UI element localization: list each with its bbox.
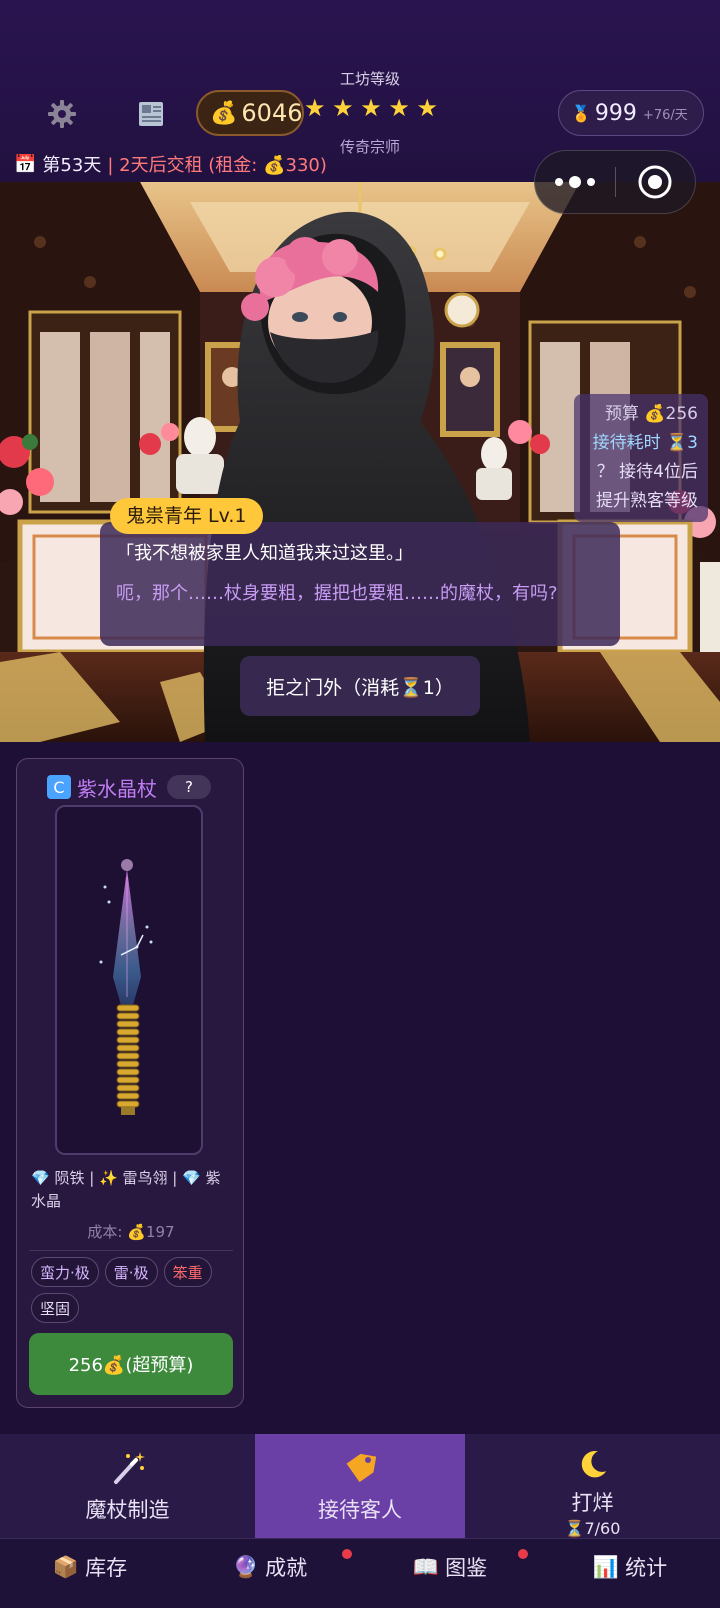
star-icon: ★	[332, 94, 354, 122]
trait-tag: 蛮力·极	[31, 1257, 99, 1287]
level-stars: ★ ★ ★ ★ ★	[304, 94, 438, 124]
coin-value: 6046	[241, 99, 303, 127]
day-counter: 第53天	[42, 155, 102, 176]
wand-card-header: C 紫水晶杖 ?	[47, 773, 211, 801]
trait-tag: 坚固	[31, 1293, 80, 1323]
nav-achievements[interactable]: 🔮 成就	[180, 1539, 360, 1595]
magic-wand-icon	[113, 1452, 145, 1484]
miniprogram-capsule	[534, 150, 696, 214]
service-time-text: 接待耗时 ⏳3	[592, 433, 698, 453]
star-icon: ★	[388, 94, 410, 122]
notification-badge	[342, 1549, 352, 1559]
nav-label: 统计	[625, 1556, 668, 1580]
settings-gear-icon[interactable]	[42, 94, 82, 134]
wand-preview	[55, 805, 203, 1155]
rent-notice: | 2天后交租 (租金: 💰330)	[107, 155, 327, 176]
star-icon: ★	[304, 94, 326, 122]
money-bag-icon: 💰	[210, 100, 238, 126]
medal-icon: 🏅	[571, 103, 591, 123]
customer-request: 呃，那个……杖身要粗，握把也要粗……的魔杖，有吗?	[116, 583, 558, 604]
tab-close-shop[interactable]: 打烊 ⏳7/60	[465, 1434, 720, 1538]
nav-encyclopedia[interactable]: 📖 图鉴	[360, 1539, 540, 1595]
price-tag-icon	[346, 1453, 377, 1483]
trait-tag: 笨重	[163, 1257, 212, 1287]
shop-scene: 预算 💰256 接待耗时 ⏳3 ？ 接待4位后 提升熟客等级 鬼祟青年 Lv.1…	[0, 182, 720, 742]
tab-receive-customers[interactable]: 接待客人	[255, 1434, 465, 1538]
nav-label: 库存	[85, 1556, 128, 1580]
nav-statistics[interactable]: 📊 统计	[540, 1539, 720, 1595]
bar-chart-icon: 📊	[592, 1554, 620, 1579]
wand-info-button[interactable]: ?	[167, 775, 211, 799]
customer-quote: 「我不想被家里人知道我来过这里。」	[116, 543, 413, 564]
close-shop-time: ⏳7/60	[564, 1519, 621, 1538]
workshop-level-title: 工坊等级	[339, 70, 400, 88]
amethyst-wand-illustration	[99, 859, 153, 1115]
tab-wand-crafting[interactable]: 魔杖制造	[0, 1434, 255, 1538]
close-miniprogram-icon[interactable]	[616, 164, 696, 200]
nav-label: 图鉴	[445, 1556, 488, 1580]
medal-rate: +76/天	[642, 107, 688, 123]
crystal-ball-icon: 🔮	[232, 1554, 260, 1579]
nav-label: 魔杖制造	[85, 1498, 170, 1522]
budget-text: 预算 💰256	[604, 404, 698, 424]
star-icon: ★	[416, 94, 438, 122]
more-menu-icon[interactable]	[535, 176, 615, 188]
customer-name-tag: 鬼祟青年 Lv.1	[110, 498, 263, 534]
customer-info-panel: 预算 💰256 接待耗时 ⏳3 ？ 接待4位后 提升熟客等级	[574, 394, 708, 522]
reject-customer-button[interactable]: 拒之门外（消耗⏳1）	[240, 656, 480, 716]
nav-label: 打烊	[571, 1491, 614, 1515]
open-book-icon: 📖	[412, 1554, 440, 1579]
notification-badge	[518, 1549, 528, 1559]
nav-label: 成就	[265, 1556, 308, 1580]
medal-balance: 🏅 999 +76/天	[558, 90, 704, 136]
card-divider	[29, 1250, 233, 1251]
trait-tag: 雷·极	[104, 1257, 158, 1287]
main-nav: 魔杖制造 接待客人 打烊 ⏳7/60	[0, 1434, 720, 1538]
crescent-moon-icon	[581, 1450, 606, 1478]
wand-trait-tags: 蛮力·极 雷·极 笨重 坚固	[31, 1257, 231, 1323]
wand-cost: 成本: 💰197	[87, 1223, 175, 1241]
customer-dialog: 「我不想被家里人知道我来过这里。」 呃，那个……杖身要粗，握把也要粗……的魔杖，…	[100, 522, 620, 646]
star-icon: ★	[360, 94, 382, 122]
coin-balance: 💰 6046	[196, 90, 304, 136]
loyalty-hint-text-2: 提升熟客等级	[596, 491, 698, 511]
wand-materials: 💎 陨铁 | ✨ 雷鸟翎 | 💎 紫水晶	[31, 1169, 221, 1210]
package-icon: 📦	[52, 1554, 80, 1579]
wand-name: 紫水晶杖	[77, 776, 157, 801]
medal-value: 999	[594, 100, 637, 126]
day-info: 📅 第53天 | 2天后交租 (租金: 💰330)	[14, 150, 327, 178]
wand-offer-card: C 紫水晶杖 ? 💎 陨铁 | ✨ 雷鸟翎 | 💎 紫水晶 成本: 💰197 蛮…	[16, 758, 244, 1408]
rarity-badge: C	[47, 775, 71, 799]
calendar-icon: 📅	[14, 153, 37, 175]
secondary-nav: 📦 库存 🔮 成就 📖 图鉴 📊 统计	[0, 1538, 720, 1608]
nav-inventory[interactable]: 📦 库存	[0, 1539, 180, 1595]
newspaper-icon[interactable]	[132, 94, 172, 134]
loyalty-hint-text: ？ 接待4位后	[596, 462, 698, 482]
nav-label: 接待客人	[318, 1498, 402, 1522]
sell-wand-button[interactable]: 256💰(超预算)	[29, 1333, 233, 1395]
